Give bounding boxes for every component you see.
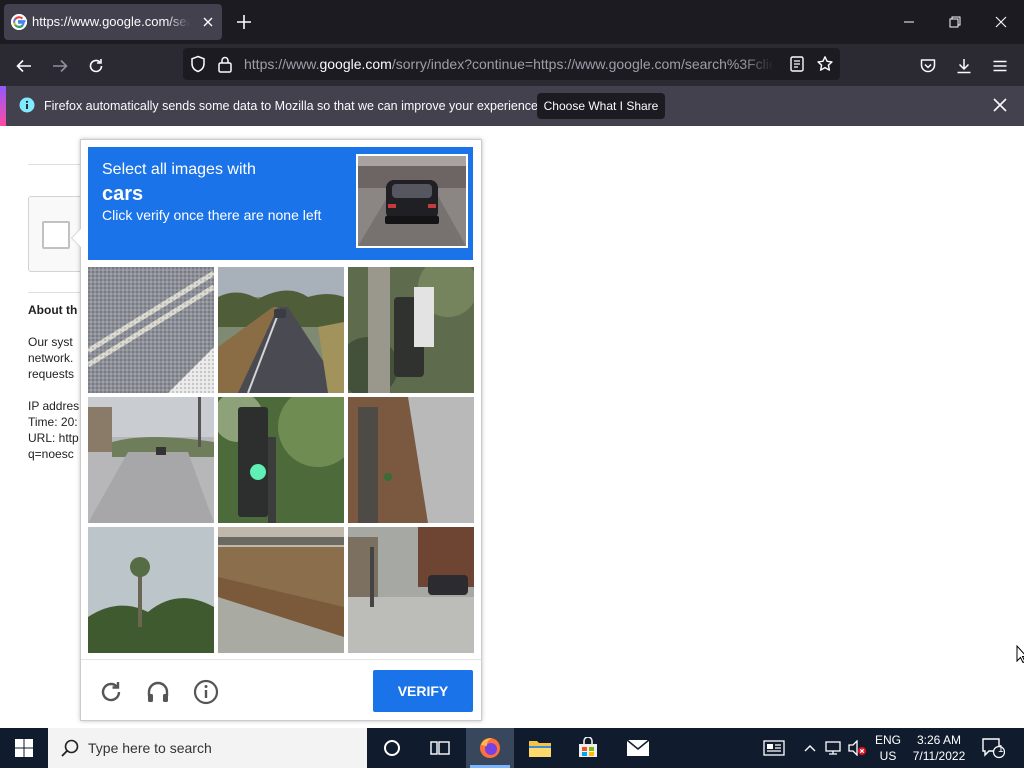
page-text-line: q=noesc [28, 447, 74, 461]
captcha-target-keyword: cars [102, 183, 144, 205]
downloads-icon[interactable] [950, 52, 978, 80]
verify-button[interactable]: VERIFY [373, 670, 473, 712]
page-heading: About th [28, 303, 78, 317]
captcha-image-grid [88, 267, 474, 653]
cortana-circle-icon[interactable] [368, 728, 416, 768]
notification-text: Firefox automatically sends some data to… [44, 99, 542, 113]
url-text[interactable]: https://www.google.com/sorry/index?conti… [244, 56, 774, 72]
navigation-bar: https://www.google.com/sorry/index?conti… [0, 44, 1024, 86]
captcha-tile-street-with-car[interactable] [88, 397, 214, 523]
windows-start-icon[interactable] [0, 728, 48, 768]
dialog-pointer-inner [72, 229, 81, 247]
page-text-line: Our syst [28, 335, 73, 349]
captcha-tile-street-corner-car[interactable] [348, 527, 474, 653]
page-divider [28, 292, 88, 293]
windows-taskbar: Type here to search ENG US 3:26 AM 7/11/… [0, 728, 1024, 768]
page-divider [28, 164, 88, 165]
lock-icon[interactable] [217, 55, 233, 73]
notification-accent-stripe [0, 86, 6, 126]
captcha-tile-highway-with-car[interactable] [218, 267, 344, 393]
captcha-prompt: Select all images with [102, 161, 256, 178]
reader-view-icon[interactable] [788, 55, 806, 73]
reload-icon[interactable] [82, 52, 110, 80]
url-bar[interactable]: https://www.google.com/sorry/index?conti… [183, 48, 840, 80]
captcha-footer-divider [81, 659, 481, 660]
notification-close-icon[interactable] [991, 96, 1009, 114]
pocket-icon[interactable] [914, 52, 942, 80]
network-icon[interactable] [822, 728, 846, 768]
google-favicon-icon [11, 14, 27, 30]
news-and-interests-icon[interactable] [760, 728, 788, 768]
close-window-icon[interactable] [978, 0, 1024, 44]
minimize-window-icon[interactable] [886, 0, 932, 44]
captcha-instruction: Click verify once there are none left [102, 207, 322, 223]
captcha-challenge-dialog: Select all images with cars Click verify… [71, 139, 482, 721]
clock-time: 3:26 AM [916, 733, 962, 747]
captcha-tile-traffic-light-close[interactable] [348, 397, 474, 523]
input-language-indicator[interactable]: ENG US [866, 732, 910, 764]
bookmark-star-icon[interactable] [816, 55, 834, 73]
reload-challenge-icon[interactable] [96, 677, 126, 707]
task-view-icon[interactable] [416, 728, 464, 768]
firefox-taskbar-icon[interactable] [466, 728, 514, 768]
tab-bar: https://www.google.com/search? [0, 0, 1024, 44]
choose-what-i-share-button[interactable]: Choose What I Share [537, 93, 665, 119]
tab-close-icon[interactable] [200, 14, 216, 30]
microsoft-store-icon[interactable] [564, 728, 612, 768]
search-icon [60, 738, 80, 758]
keyboard-layout: US [879, 749, 897, 763]
info-icon [19, 97, 35, 113]
mouse-cursor-icon [1016, 645, 1024, 663]
browser-tab[interactable]: https://www.google.com/search? [4, 4, 222, 40]
audio-challenge-headphones-icon[interactable] [143, 677, 173, 707]
volume-muted-icon[interactable] [846, 728, 868, 768]
notification-count: 1 [998, 744, 1004, 755]
clock-date: 7/11/2022 [912, 749, 966, 763]
restore-window-icon[interactable] [932, 0, 978, 44]
page-text-line: requests [28, 367, 75, 381]
taskbar-search-box[interactable]: Type here to search [48, 728, 367, 768]
search-placeholder: Type here to search [88, 740, 212, 756]
tab-title: https://www.google.com/search? [32, 14, 190, 29]
help-info-icon[interactable] [191, 677, 221, 707]
page-text-line: Time: 20: [28, 415, 78, 429]
page-text-line: URL: http [28, 431, 79, 445]
back-arrow-icon[interactable] [10, 52, 38, 80]
tracking-protection-shield-icon[interactable] [189, 55, 207, 73]
captcha-instructions-header: Select all images with cars Click verify… [88, 147, 473, 260]
captcha-tile-road-lane-markings[interactable] [88, 267, 214, 393]
system-clock[interactable]: 3:26 AM 7/11/2022 [908, 732, 970, 764]
recaptcha-checkbox[interactable] [42, 221, 70, 249]
language-code: ENG [874, 733, 901, 747]
captcha-tile-bridge-over-river[interactable] [218, 527, 344, 653]
captcha-sample-car-image [356, 154, 468, 248]
mail-icon[interactable] [614, 728, 662, 768]
notification-bar: Firefox automatically sends some data to… [0, 86, 1024, 126]
hamburger-menu-icon[interactable] [986, 52, 1014, 80]
forward-arrow-icon[interactable] [46, 52, 74, 80]
file-explorer-icon[interactable] [516, 728, 564, 768]
new-tab-plus-icon[interactable] [234, 12, 254, 32]
page-text-line: IP addres [28, 399, 80, 413]
captcha-tile-palm-tree[interactable] [88, 527, 214, 653]
captcha-tile-traffic-light-pole[interactable] [348, 267, 474, 393]
captcha-tile-green-traffic-light[interactable] [218, 397, 344, 523]
show-hidden-icons-chevron-icon[interactable] [800, 728, 820, 768]
action-center-notification-icon[interactable]: 1 [978, 728, 1008, 768]
page-text-line: network. [28, 351, 74, 365]
